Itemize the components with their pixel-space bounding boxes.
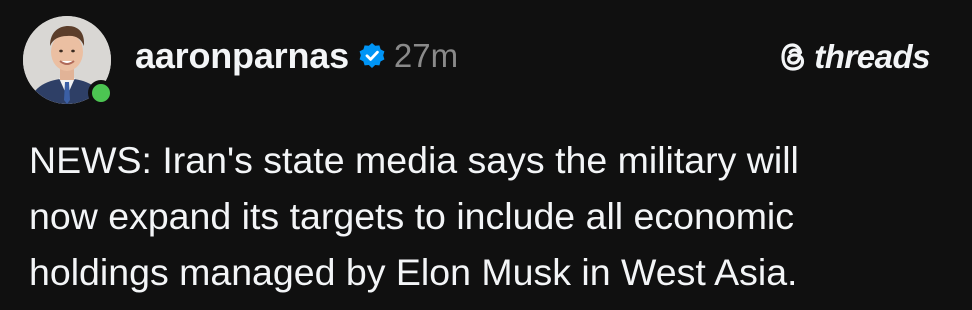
username-link[interactable]: aaronparnas <box>135 32 349 80</box>
threads-wordmark: threads <box>814 38 930 75</box>
avatar[interactable] <box>21 14 114 106</box>
post-body: NEWS: Iran's state media says the milita… <box>29 132 949 300</box>
threads-logo-icon <box>781 43 805 71</box>
verified-badge-icon <box>359 43 385 68</box>
post-timestamp: 27m <box>393 37 459 74</box>
post-body-line: now expand its targets to include all ec… <box>29 195 795 237</box>
post-body-line: holdings managed by Elon Musk in West As… <box>29 251 798 293</box>
post-body-line: NEWS: Iran's state media says the milita… <box>29 139 799 181</box>
threads-post-card: aaronparnas 27m threads NEWS: Iran's sta… <box>0 0 972 310</box>
post-header: aaronparnas 27m <box>135 32 458 80</box>
online-status-indicator <box>88 80 114 106</box>
threads-branding: threads <box>778 37 930 77</box>
